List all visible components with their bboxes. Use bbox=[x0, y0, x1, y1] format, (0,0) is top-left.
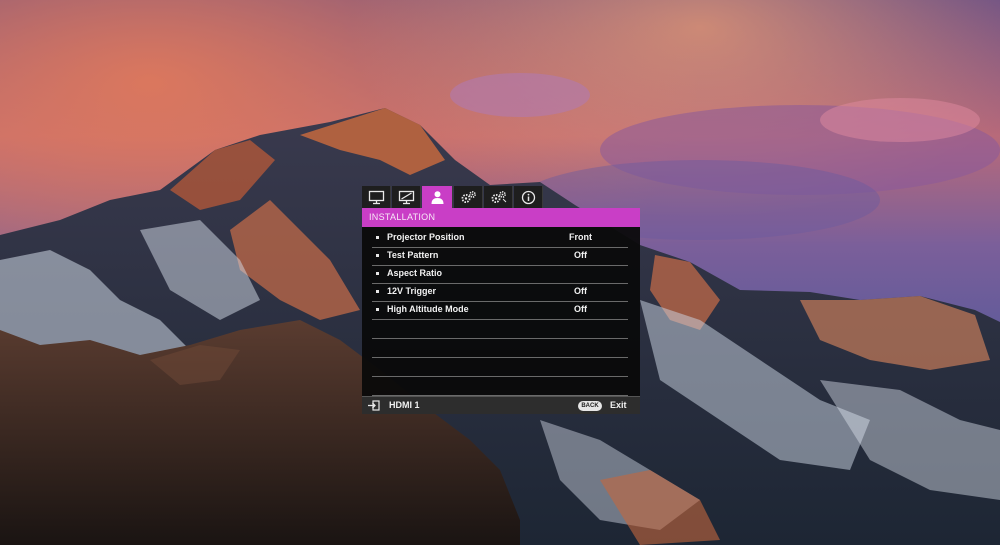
menu-item-label: Test Pattern bbox=[387, 250, 439, 260]
menu-item-high-altitude-mode[interactable]: High Altitude Mode Off bbox=[372, 301, 628, 320]
display-icon bbox=[368, 190, 384, 204]
back-button[interactable]: BACK bbox=[578, 401, 602, 411]
menu-item-empty bbox=[372, 339, 628, 358]
installation-person-icon bbox=[431, 190, 443, 204]
menu-item-aspect-ratio[interactable]: Aspect Ratio bbox=[372, 265, 628, 284]
settings-gears-icon bbox=[461, 190, 476, 203]
menu-footer: HDMI 1 BACK Exit bbox=[362, 396, 640, 414]
menu-item-value: Off bbox=[574, 250, 587, 260]
menu-item-test-pattern[interactable]: Test Pattern Off bbox=[372, 247, 628, 266]
input-source-label: HDMI 1 bbox=[389, 400, 420, 410]
menu-item-empty bbox=[372, 377, 628, 396]
tab-picture[interactable] bbox=[392, 186, 421, 208]
input-source-icon bbox=[368, 400, 380, 411]
tab-advanced-settings[interactable] bbox=[484, 186, 513, 208]
exit-button[interactable]: Exit bbox=[610, 400, 627, 410]
menu-item-value: Off bbox=[574, 286, 587, 296]
menu-title: INSTALLATION bbox=[362, 208, 640, 227]
menu-item-12v-trigger[interactable]: 12V Trigger Off bbox=[372, 283, 628, 302]
bullet-icon bbox=[376, 236, 379, 239]
menu-item-label: Aspect Ratio bbox=[387, 268, 443, 278]
info-icon bbox=[521, 190, 535, 204]
picture-adjust-icon bbox=[398, 190, 414, 204]
bullet-icon bbox=[376, 254, 379, 257]
menu-item-label: Projector Position bbox=[387, 232, 465, 242]
advanced-settings-gears-icon bbox=[491, 190, 506, 203]
tab-information[interactable] bbox=[514, 186, 543, 208]
menu-item-list: Projector Position Front Test Pattern Of… bbox=[362, 227, 640, 396]
menu-item-value: Off bbox=[574, 304, 587, 314]
menu-item-value: Front bbox=[569, 232, 592, 242]
bullet-icon bbox=[376, 290, 379, 293]
menu-tab-bar bbox=[362, 186, 640, 208]
menu-item-label: High Altitude Mode bbox=[387, 304, 469, 314]
menu-item-empty bbox=[372, 320, 628, 339]
tab-settings[interactable] bbox=[454, 186, 483, 208]
menu-item-label: 12V Trigger bbox=[387, 286, 437, 296]
tab-display[interactable] bbox=[362, 186, 391, 208]
menu-item-projector-position[interactable]: Projector Position Front bbox=[372, 229, 628, 248]
bullet-icon bbox=[376, 272, 379, 275]
menu-item-empty bbox=[372, 358, 628, 377]
installation-osd-menu: INSTALLATION Projector Position Front Te… bbox=[362, 186, 640, 414]
tab-installation[interactable] bbox=[422, 186, 453, 208]
bullet-icon bbox=[376, 308, 379, 311]
